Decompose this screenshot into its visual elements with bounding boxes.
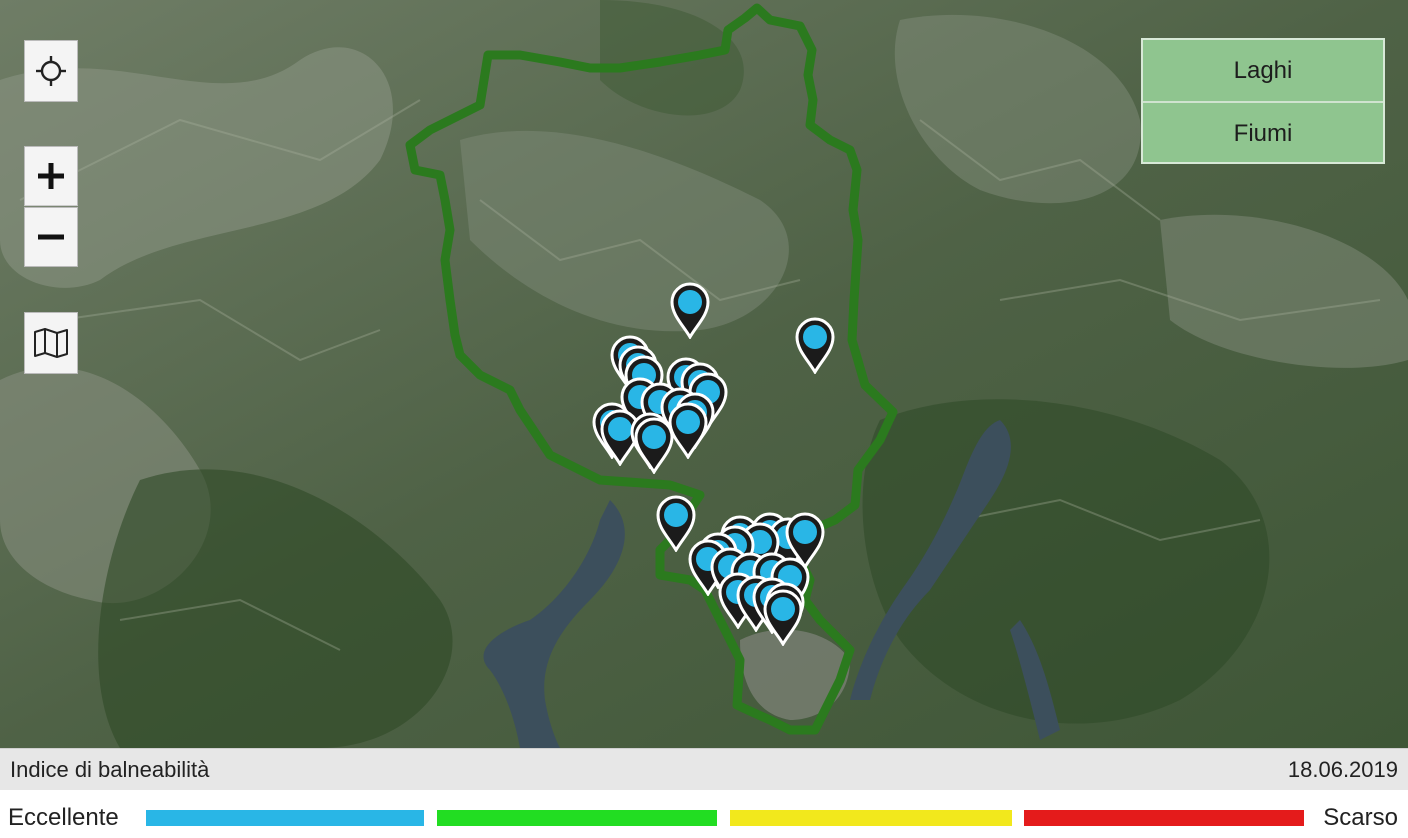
minus-icon — [38, 234, 64, 240]
rivers-button[interactable]: Fiumi — [1143, 101, 1383, 162]
bathing-site-marker[interactable] — [794, 316, 836, 374]
map-layers-button[interactable] — [24, 312, 78, 374]
plus-icon — [38, 163, 64, 189]
map-icon — [34, 328, 68, 358]
legend-low-label: Scarso — [1323, 804, 1398, 831]
map-pin-icon — [795, 317, 835, 374]
index-date: 18.06.2019 — [1287, 757, 1398, 782]
bathing-site-marker[interactable] — [669, 281, 711, 339]
locate-button[interactable] — [24, 40, 78, 102]
lakes-button[interactable]: Laghi — [1143, 40, 1383, 101]
info-bar: Indice di balneabilità 18.06.2019 — [0, 748, 1408, 790]
legend-swatch-good — [437, 810, 717, 826]
crosshair-icon — [36, 56, 66, 86]
legend-high-label: Eccellente — [8, 804, 119, 831]
map-view[interactable]: Laghi Fiumi — [0, 0, 1408, 748]
zoom-out-button[interactable] — [24, 207, 78, 267]
zoom-in-button[interactable] — [24, 146, 78, 206]
legend-swatch-poor — [1024, 810, 1304, 826]
water-type-panel: Laghi Fiumi — [1141, 38, 1385, 164]
map-pin-icon — [763, 589, 803, 646]
legend-swatch-sufficient — [730, 810, 1012, 826]
index-title: Indice di balneabilità — [10, 757, 210, 782]
legend-swatch-excellent — [146, 810, 424, 826]
map-pin-icon — [670, 282, 710, 339]
bathing-site-marker[interactable] — [762, 588, 804, 646]
legend: Eccellente Scarso — [0, 790, 1408, 838]
map-pin-icon — [634, 417, 674, 474]
bathing-site-marker[interactable] — [633, 416, 675, 474]
